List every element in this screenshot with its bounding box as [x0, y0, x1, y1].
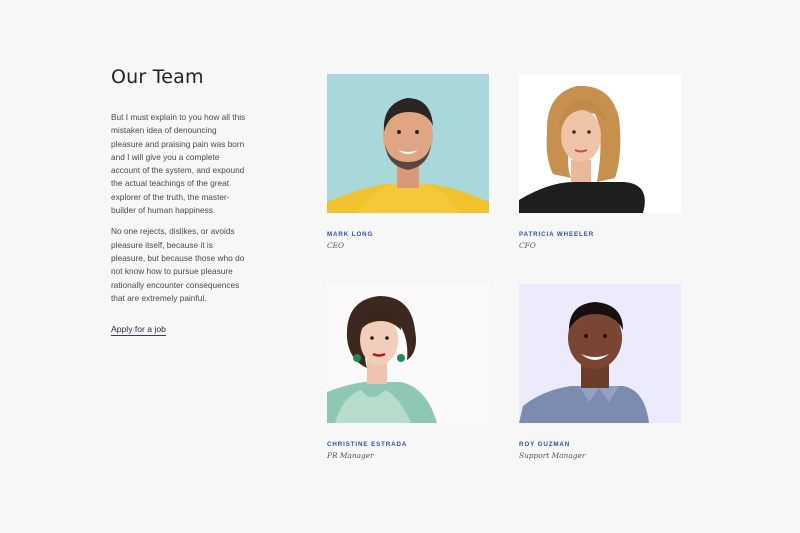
- team-member-card[interactable]: PATRICIA WHEELER CFO: [519, 74, 681, 250]
- team-member-card[interactable]: CHRISTINE ESTRADA PR Manager: [327, 284, 489, 460]
- portrait-photo: [327, 284, 489, 423]
- team-member-card[interactable]: MARK LONG CEO: [327, 74, 489, 250]
- man-portrait-icon: [327, 74, 489, 213]
- member-role: PR Manager: [327, 451, 374, 460]
- member-name[interactable]: PATRICIA WHEELER: [519, 231, 681, 238]
- portrait-photo: [519, 74, 681, 213]
- portrait-photo: [519, 284, 681, 423]
- portrait-photo: [327, 74, 489, 213]
- member-name[interactable]: CHRISTINE ESTRADA: [327, 441, 489, 448]
- man-portrait-icon: [519, 284, 681, 423]
- member-name[interactable]: MARK LONG: [327, 231, 489, 238]
- intro-paragraph-1: But I must explain to you how all this m…: [111, 112, 246, 216]
- page-title: Our Team: [111, 66, 204, 88]
- member-role: CEO: [327, 241, 345, 250]
- member-role: CFO: [519, 241, 536, 250]
- intro-paragraph-2: No one rejects, dislikes, or avoids plea…: [111, 226, 245, 303]
- member-name[interactable]: ROY GUZMAN: [519, 441, 681, 448]
- member-role: Support Manager: [519, 451, 586, 460]
- team-intro: Our Team But I must explain to you how a…: [111, 66, 246, 337]
- woman-portrait-icon: [519, 74, 681, 213]
- apply-for-job-link[interactable]: Apply for a job: [111, 324, 166, 337]
- woman-portrait-icon: [327, 284, 489, 423]
- team-member-card[interactable]: ROY GUZMAN Support Manager: [519, 284, 681, 460]
